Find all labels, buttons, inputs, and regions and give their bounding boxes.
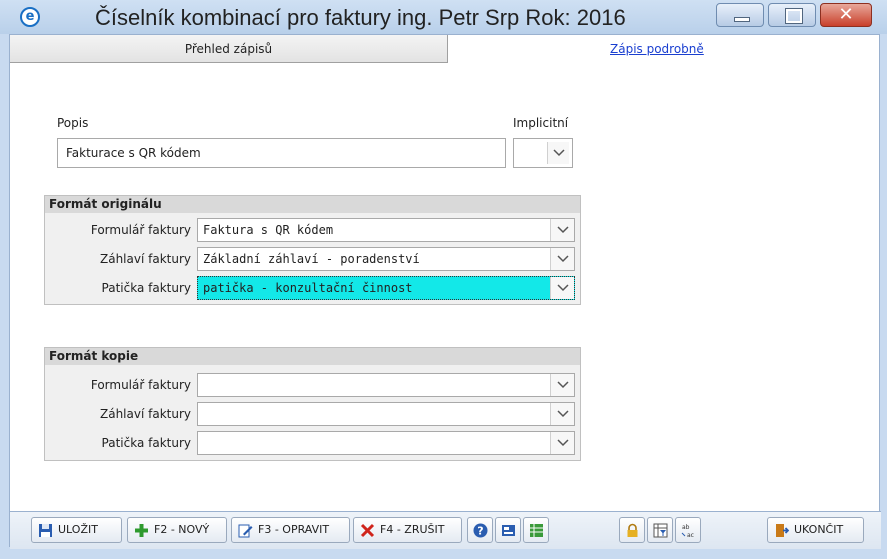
original-format-group: Formát originálu Formulář faktury Faktur…	[44, 195, 581, 305]
row-label: Formulář faktury	[90, 223, 191, 237]
spreadsheet-button[interactable]	[523, 517, 549, 543]
exit-door-icon	[776, 524, 789, 537]
popis-input[interactable]: Fakturace s QR kódem	[57, 138, 506, 168]
original-form-select[interactable]: Faktura s QR kódem	[197, 218, 575, 242]
popis-label: Popis	[57, 116, 89, 130]
close-button[interactable]: ✕	[820, 3, 872, 27]
cancel-label: F4 - ZRUŠIT	[380, 523, 445, 536]
spellcheck-button[interactable]: ab ac	[675, 517, 701, 543]
id-card-icon	[502, 525, 515, 536]
row-label: Záhlaví faktury	[100, 407, 191, 421]
delete-x-icon	[360, 523, 375, 538]
chevron-down-icon[interactable]	[550, 374, 574, 396]
lock-button[interactable]	[619, 517, 645, 543]
save-button[interactable]: ULOŽIT	[31, 517, 122, 543]
copy-header-select[interactable]	[197, 402, 575, 426]
implicitni-label: Implicitní	[513, 116, 569, 130]
chevron-down-icon[interactable]	[550, 219, 574, 241]
save-label: ULOŽIT	[58, 523, 98, 536]
copy-format-group: Formát kopie Formulář faktury Záhlaví fa…	[44, 347, 581, 461]
tab-detail[interactable]: Zápis podrobně	[610, 42, 704, 56]
lock-icon	[627, 523, 638, 537]
chevron-down-icon[interactable]	[550, 277, 574, 299]
svg-text:ac: ac	[687, 532, 694, 538]
help-icon: ?	[473, 523, 488, 538]
new-button[interactable]: F2 - NOVÝ	[127, 517, 227, 543]
row-label: Patička faktury	[101, 436, 191, 450]
exit-button[interactable]: UKONČIT	[767, 517, 864, 543]
original-header-select[interactable]: Základní záhlaví - poradenství	[197, 247, 575, 271]
svg-text:ab: ab	[682, 524, 690, 531]
window-title: Číselník kombinací pro faktury ing. Petr…	[95, 5, 626, 30]
svg-text:?: ?	[477, 525, 483, 538]
bottom-toolbar: ULOŽIT F2 - NOVÝ F3 - OPRAVIT F4 - ZRUŠI…	[10, 511, 881, 549]
title-bar[interactable]: e Číselník kombinací pro faktury ing. Pe…	[0, 0, 887, 34]
minimize-button[interactable]	[716, 3, 764, 27]
copy-form-select[interactable]	[197, 373, 575, 397]
client-area: Přehled zápisů Zápis podrobně Popis Fakt…	[9, 34, 881, 549]
filter-button[interactable]	[647, 517, 673, 543]
cancel-button[interactable]: F4 - ZRUŠIT	[353, 517, 462, 543]
spreadsheet-icon	[530, 524, 543, 537]
edit-pencil-icon	[238, 524, 253, 538]
maximize-button[interactable]	[768, 3, 816, 27]
card-button[interactable]	[495, 517, 521, 543]
help-button[interactable]: ?	[467, 517, 493, 543]
copy-footer-select[interactable]	[197, 431, 575, 455]
app-logo-icon: e	[20, 7, 40, 27]
chevron-down-icon[interactable]	[550, 248, 574, 270]
chevron-down-icon[interactable]	[550, 432, 574, 454]
edit-button[interactable]: F3 - OPRAVIT	[231, 517, 350, 543]
select-value: Faktura s QR kódem	[203, 223, 334, 237]
edit-label: F3 - OPRAVIT	[258, 523, 330, 536]
original-footer-select[interactable]: patička - konzultační činnost	[197, 276, 575, 300]
original-format-heading: Formát originálu	[45, 196, 580, 213]
select-value: Základní záhlaví - poradenství	[203, 252, 420, 266]
close-icon: ✕	[838, 4, 854, 25]
app-window: e Číselník kombinací pro faktury ing. Pe…	[0, 0, 887, 559]
select-value: patička - konzultační činnost	[203, 281, 413, 295]
row-label: Záhlaví faktury	[100, 252, 191, 266]
tab-overview[interactable]: Přehled zápisů	[10, 35, 448, 63]
exit-label: UKONČIT	[794, 523, 844, 536]
plus-icon	[135, 524, 148, 537]
floppy-disk-icon	[39, 524, 52, 537]
table-filter-icon	[653, 523, 668, 538]
chevron-down-icon[interactable]	[547, 142, 569, 164]
implicitni-select[interactable]	[513, 138, 573, 168]
spellcheck-icon: abac	[681, 524, 694, 538]
row-label: Patička faktury	[101, 281, 191, 295]
copy-format-heading: Formát kopie	[45, 348, 580, 365]
row-label: Formulář faktury	[90, 378, 191, 392]
chevron-down-icon[interactable]	[550, 403, 574, 425]
new-label: F2 - NOVÝ	[154, 523, 210, 536]
